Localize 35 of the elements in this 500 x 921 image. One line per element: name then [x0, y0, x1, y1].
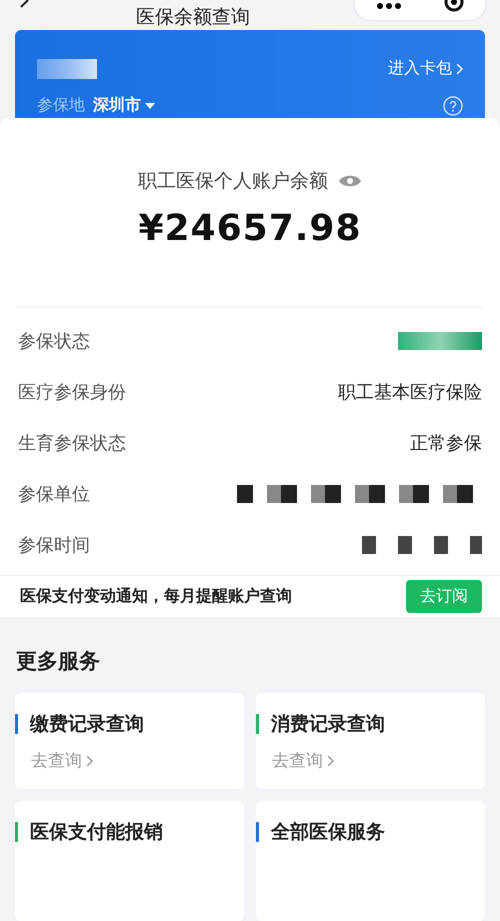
redacted-name	[37, 58, 97, 78]
detail-label: 生育参保状态	[18, 432, 126, 456]
region-label: 参保地	[37, 95, 85, 116]
service-title: 消费记录查询	[271, 712, 385, 737]
caret-icon	[145, 102, 155, 108]
more-icon[interactable]	[376, 3, 402, 11]
help-icon[interactable]	[443, 96, 463, 116]
eye-icon[interactable]	[338, 174, 362, 188]
service-card[interactable]: 缴费记录查询 去查询	[15, 693, 244, 789]
detail-value: 正常参保	[410, 432, 482, 456]
notice-text: 医保支付变动通知，每月提醒账户查询	[20, 586, 292, 607]
chevron-right-icon	[327, 754, 334, 766]
mini-program-capsule[interactable]	[354, 0, 486, 21]
chevron-right-icon	[456, 62, 463, 74]
chevron-right-icon	[86, 754, 94, 766]
service-card[interactable]: 消费记录查询 去查询	[256, 693, 485, 789]
detail-label: 参保单位	[18, 483, 90, 506]
detail-label: 参保状态	[18, 330, 90, 354]
service-title: 医保支付能报销	[30, 820, 163, 845]
service-title: 全部医保服务	[271, 820, 385, 845]
detail-label: 医疗参保身份	[18, 381, 126, 404]
query-link[interactable]: 去查询	[31, 749, 244, 772]
detail-value: 职工基本医疗保险	[338, 381, 482, 404]
service-card[interactable]: 全部医保服务	[256, 801, 485, 921]
subscribe-button[interactable]: 去订阅	[406, 580, 482, 613]
query-link[interactable]: 去查询	[272, 749, 485, 772]
balance-amount: ¥24657.98	[138, 208, 362, 249]
wallet-link[interactable]: 进入卡包	[388, 58, 463, 79]
detail-label: 参保时间	[18, 534, 90, 558]
balance-label: 职工医保个人账户余额	[138, 168, 328, 194]
service-title: 缴费记录查询	[30, 712, 144, 737]
region-dropdown[interactable]: 深圳市	[93, 95, 155, 116]
section-title: 更多服务	[15, 648, 101, 675]
service-card[interactable]: 医保支付能报销	[15, 801, 244, 921]
page-title: 医保余额查询	[136, 5, 250, 30]
